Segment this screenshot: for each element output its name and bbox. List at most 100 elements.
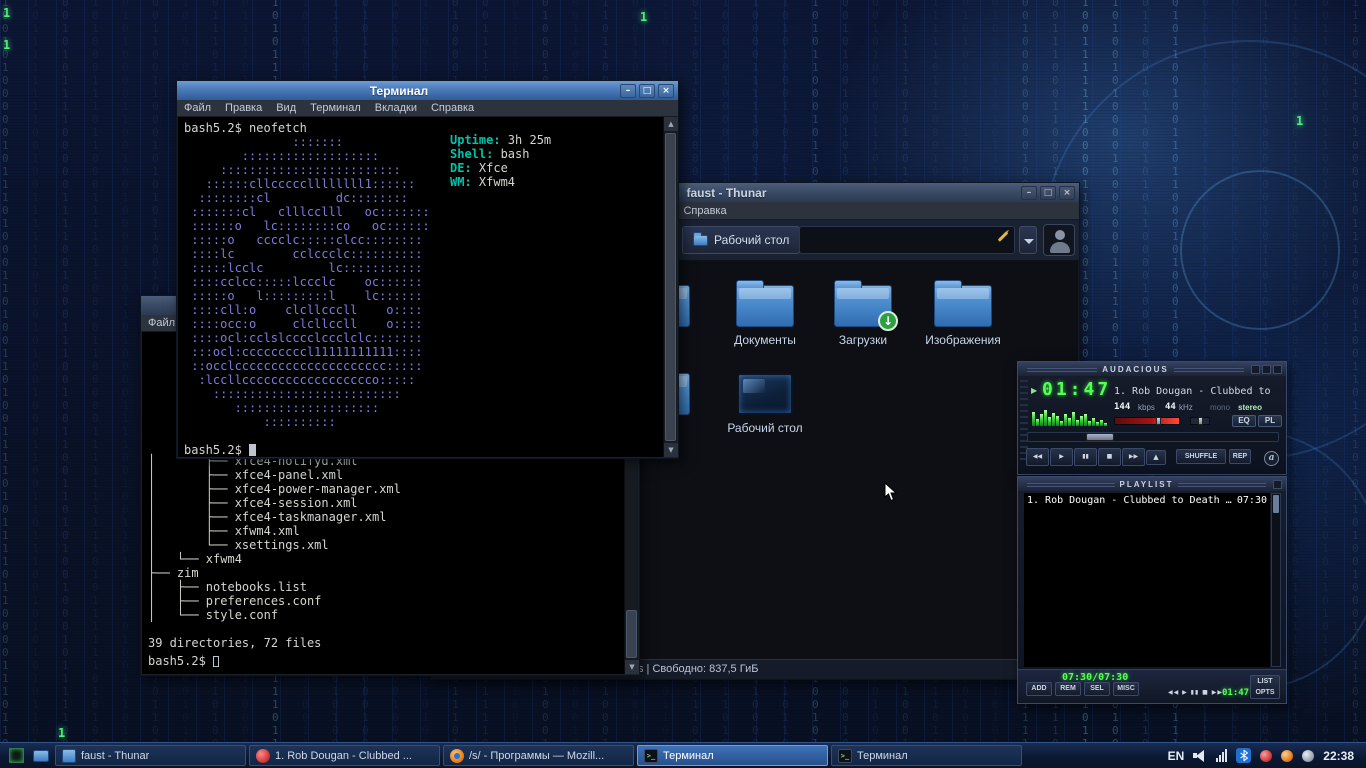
clipboard-tray-icon[interactable] [1302,750,1314,762]
close-button[interactable] [1273,365,1282,374]
terminal1-output: bash5.2$ neofetch ::::::: ::::::::::::::… [178,117,663,457]
rem-button[interactable]: REM [1055,682,1081,696]
taskbar-window-button[interactable]: 1. Rob Dougan - Clubbed ... [249,745,440,766]
file-item-Документы[interactable]: Документы [716,277,814,347]
location-entry[interactable] [799,226,1015,254]
terminal1-scrollbar[interactable]: ▲ ▼ [663,117,677,457]
time-display[interactable]: 01:47 [1042,380,1111,400]
minimize-button[interactable]: – [620,84,636,98]
playlist-window[interactable]: PLAYLIST 1. Rob Dougan - Clubbed to Deat… [1017,476,1287,704]
path-dropdown-button[interactable] [1019,226,1037,254]
sel-button[interactable]: SEL [1084,682,1110,696]
wallpaper-glyph: 1 [3,6,10,20]
volume-slider[interactable] [1114,417,1180,425]
text-cursor [213,656,219,667]
network-signal-icon[interactable] [1216,749,1227,762]
menu-item-Вкладки[interactable]: Вкладки [368,102,424,114]
menu-item-Вид[interactable]: Вид [269,102,303,114]
notification-tray-icon[interactable] [1281,750,1293,762]
keyboard-layout-indicator[interactable]: EN [1168,749,1185,763]
applications-menu-button[interactable] [5,745,27,767]
scrollbar-thumb[interactable] [665,133,676,441]
terminal-window-neofetch[interactable]: Терминал – □ × Файл Правка Вид Терминал Вкла… [176,80,679,459]
list-options-button[interactable]: LIST OPTS [1250,675,1280,699]
spectrum-visualizer[interactable] [1032,408,1112,426]
audacious-title: AUDACIOUS [1102,365,1168,374]
maximize-button[interactable]: □ [639,84,655,98]
taskbar-window-button[interactable]: /s/ - Программы — Mozill... [443,745,634,766]
edit-location-icon[interactable] [998,231,1009,242]
file-item-Загрузки[interactable]: ↓ Загрузки [814,277,912,347]
add-button[interactable]: ADD [1026,682,1052,696]
playlist-buttons: ADD REM SEL MISC [1026,682,1139,696]
clock[interactable]: 22:38 [1323,749,1354,763]
playlist-scrollbar[interactable] [1271,493,1281,667]
minimize-button[interactable] [1251,365,1260,374]
playlist-toggle-button[interactable]: PL [1258,415,1282,427]
samplerate-value: 44 [1165,402,1176,412]
song-ticker[interactable]: 1. Rob Dougan - Clubbed to [1114,386,1282,398]
taskbar-window-button[interactable]: >_ Терминал [831,745,1022,766]
file-manager-icon [33,750,49,762]
menu-item-Справка[interactable]: Справка [424,102,481,114]
scrollbar-thumb[interactable] [626,610,637,658]
menu-item-Справка[interactable]: Справка [676,205,733,217]
menu-item-Терминал[interactable]: Терминал [303,102,368,114]
volume-icon[interactable] [1193,749,1207,762]
previous-button[interactable]: ◀◀ [1026,448,1049,466]
play-button[interactable]: ▶ [1050,448,1073,466]
maximize-button[interactable]: □ [1040,186,1056,200]
file-item-Изображения[interactable]: Изображения [914,277,1012,347]
close-button[interactable]: × [658,84,674,98]
folder-icon [716,277,814,327]
volume-thumb[interactable] [1156,417,1161,425]
bluetooth-icon[interactable] [1236,748,1251,763]
playlist-entry[interactable]: 1. Rob Dougan - Clubbed to Death … 07:30 [1024,493,1270,509]
shade-button[interactable] [1262,365,1271,374]
menu-item-Правка[interactable]: Правка [218,102,269,114]
balance-slider[interactable] [1190,417,1210,425]
close-button[interactable]: × [1059,186,1075,200]
balance-thumb[interactable] [1198,417,1203,425]
audacious-window[interactable]: AUDACIOUS ▶ 01:47 1. Rob Dougan - Clubbe… [1017,361,1287,475]
terminal2-prompt: bash5.2$ [148,654,219,668]
playlist-bottom-bar: 07:30/07:30 ADD REM SEL MISC ◀◀ ▶ ▮▮ ■ ▶▶ 0… [1018,669,1286,703]
menu-item-Файл[interactable]: Файл [177,102,218,114]
minimize-button[interactable]: – [1021,186,1037,200]
playlist-list[interactable]: 1. Rob Dougan - Clubbed to Death … 07:30 [1024,493,1270,667]
wallpaper-digits: 1 0 0 1 0 1 0 0 0 0 0 1 0 1 1 1 0 1 0 0 … [2,0,9,750]
shuffle-button[interactable]: SHUFFLE [1176,449,1226,464]
misc-button[interactable]: MISC [1113,682,1139,696]
path-button-desktop[interactable]: Рабочий стол [682,226,800,254]
mini-transport-controls[interactable]: ◀◀ ▶ ▮▮ ■ ▶▶ [1168,689,1223,696]
file-manager-launcher[interactable] [30,745,52,767]
taskbar-window-button[interactable]: faust - Thunar [55,745,246,766]
wallpaper-glyph: 1 [3,38,10,52]
stop-button[interactable]: ■ [1098,448,1121,466]
terminal1-titlebar[interactable]: Терминал – □ × [177,81,678,100]
scroll-up-icon[interactable]: ▲ [664,117,678,131]
pause-button[interactable]: ▮▮ [1074,448,1097,466]
neofetch-ascii-logo: ::::::: ::::::::::::::::::: ::::::::::::… [184,135,663,429]
taskbar-window-label: Терминал [663,750,714,762]
equalizer-button[interactable]: EQ [1232,415,1256,427]
audacious-titlebar[interactable]: AUDACIOUS [1018,362,1286,376]
repeat-button[interactable]: REP [1229,449,1251,464]
terminal-icon: >_ [838,749,852,763]
file-item-Рабочий стол[interactable]: Рабочий стол [716,365,814,435]
scroll-down-icon[interactable]: ▼ [625,660,639,674]
scrollbar-thumb[interactable] [1273,495,1279,513]
seek-thumb[interactable] [1086,433,1114,441]
playlist-titlebar[interactable]: PLAYLIST [1018,477,1286,491]
wallpaper-glyph: 1 [58,726,65,740]
close-button[interactable] [1273,480,1282,489]
terminal1-body[interactable]: bash5.2$ neofetch ::::::: ::::::::::::::… [178,117,677,457]
scroll-down-icon[interactable]: ▼ [664,443,678,457]
eject-button[interactable]: ▲ [1146,450,1166,465]
seek-bar[interactable] [1027,432,1279,442]
audacious-tray-icon[interactable] [1260,750,1272,762]
taskbar-window-button[interactable]: >_ Терминал [637,745,828,766]
user-avatar-icon[interactable] [1043,224,1075,256]
next-button[interactable]: ▶▶ [1122,448,1145,466]
about-button[interactable]: a [1264,451,1279,466]
